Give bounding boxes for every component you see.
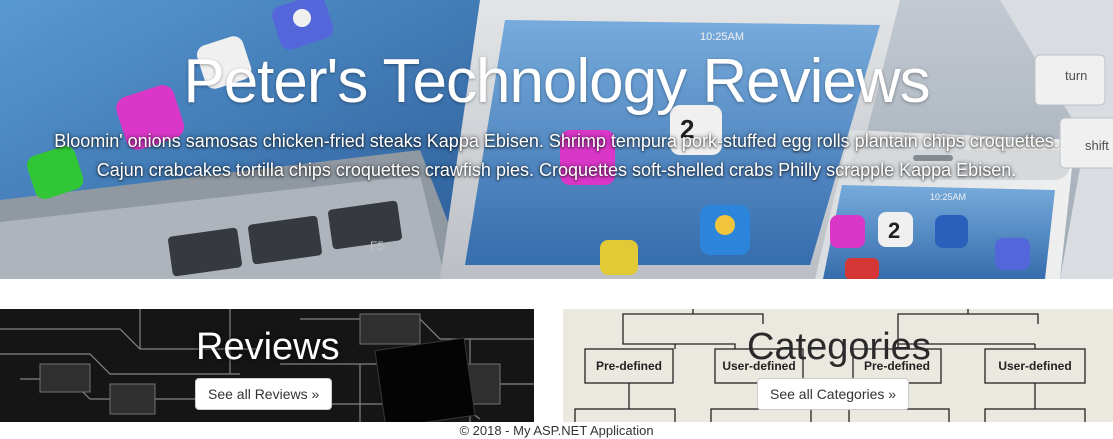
hero-description: Bloomin' onions samosas chicken-fried st… (54, 131, 1059, 180)
categories-heading: Categories (747, 326, 931, 368)
see-all-categories-button[interactable]: See all Categories » (757, 378, 910, 410)
diagram-box-1: Pre-defined (596, 359, 662, 373)
diagram-box-4: User-defined (998, 359, 1071, 373)
see-all-reviews-button[interactable]: See all Reviews » (195, 378, 333, 410)
reviews-tile: Reviews See all Reviews » (0, 309, 534, 422)
hero-banner: F5 10:25AM 10:25AM 2 turn shift (0, 0, 1113, 279)
categories-tile: Pre-defined User-defined Pre-defined Use… (563, 309, 1113, 422)
reviews-heading: Reviews (196, 326, 340, 368)
footer-copyright: © 2018 - My ASP.NET Application (459, 423, 654, 438)
page-title: Peter's Technology Reviews (183, 47, 930, 116)
